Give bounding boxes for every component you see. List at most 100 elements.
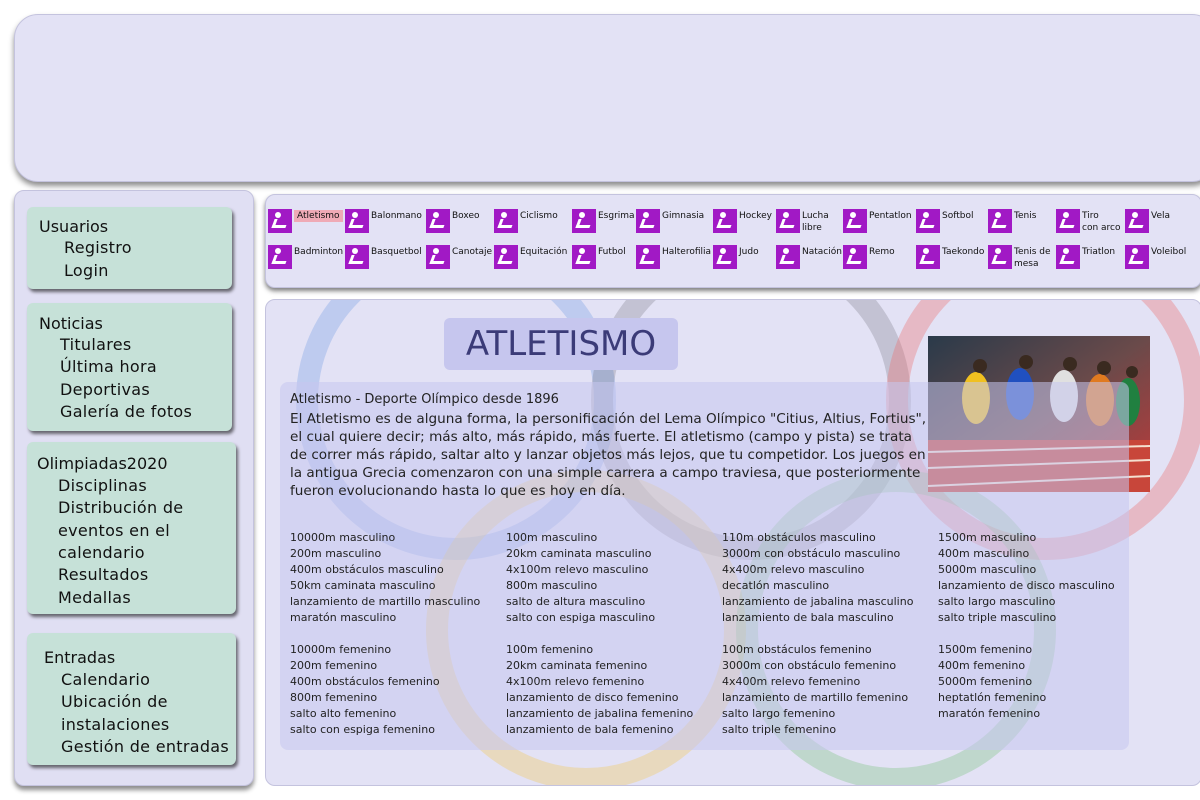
discipline-pictogram-icon	[988, 209, 1012, 233]
discipline-boxeo[interactable]: Boxeo	[426, 209, 480, 233]
menu-item-disciplinas[interactable]: Disciplinas	[58, 475, 147, 498]
event-item[interactable]: 4x400m relevo masculino	[722, 562, 913, 578]
discipline-taekondo[interactable]: Taekondo	[916, 245, 984, 269]
event-item[interactable]: 100m obstáculos femenino	[722, 642, 908, 658]
event-item[interactable]: 4x100m relevo femenino	[506, 674, 693, 690]
discipline-natación[interactable]: Natación	[776, 245, 842, 269]
discipline-balonmano[interactable]: Balonmano	[345, 209, 422, 233]
event-item[interactable]: 200m masculino	[290, 546, 480, 562]
event-item[interactable]: lanzamiento de bala masculino	[722, 610, 913, 626]
discipline-label: Balonmano	[371, 211, 422, 221]
menu-item-distribucion-2[interactable]: eventos en el	[58, 520, 170, 543]
event-item[interactable]: salto largo masculino	[938, 594, 1115, 610]
discipline-equitación[interactable]: Equitación	[494, 245, 567, 269]
event-item[interactable]: lanzamiento de bala femenino	[506, 722, 693, 738]
menu-item-registro[interactable]: Registro	[64, 237, 132, 260]
event-item[interactable]: lanzamiento de disco masculino	[938, 578, 1115, 594]
event-item[interactable]: salto alto femenino	[290, 706, 440, 722]
discipline-lucha-libre[interactable]: Lucha libre	[776, 209, 829, 234]
event-item[interactable]: lanzamiento de jabalina masculino	[722, 594, 913, 610]
event-item[interactable]: 50km caminata masculino	[290, 578, 480, 594]
menu-item-ubicacion-2[interactable]: instalaciones	[61, 714, 170, 737]
event-item[interactable]: salto largo femenino	[722, 706, 908, 722]
event-item[interactable]: 1500m femenino	[938, 642, 1046, 658]
event-item[interactable]: 20km caminata femenino	[506, 658, 693, 674]
event-item[interactable]: heptatlón femenino	[938, 690, 1046, 706]
discipline-pentatlon[interactable]: Pentatlon	[843, 209, 912, 233]
discipline-vela[interactable]: Vela	[1125, 209, 1170, 233]
discipline-esgrima[interactable]: Esgrima	[572, 209, 635, 233]
event-item[interactable]: lanzamiento de martillo masculino	[290, 594, 480, 610]
event-item[interactable]: lanzamiento de martillo femenino	[722, 690, 908, 706]
menu-item-medallas[interactable]: Medallas	[58, 587, 131, 610]
discipline-basquetbol[interactable]: Basquetbol	[345, 245, 422, 269]
usuarios-menu: Usuarios Registro Login	[27, 207, 232, 289]
discipline-label: Halterofilia	[662, 247, 712, 257]
event-item[interactable]: decatlón masculino	[722, 578, 913, 594]
discipline-softbol[interactable]: Softbol	[916, 209, 973, 233]
menu-item-distribucion-1[interactable]: Distribución de	[58, 497, 183, 520]
discipline-triatlon[interactable]: Triatlon	[1056, 245, 1115, 269]
event-item[interactable]: 4x100m relevo masculino	[506, 562, 655, 578]
event-item[interactable]: 800m masculino	[506, 578, 655, 594]
event-item[interactable]: 100m femenino	[506, 642, 693, 658]
menu-item-ubicacion-1[interactable]: Ubicación de	[61, 691, 168, 714]
discipline-atletismo[interactable]: Atletismo	[268, 209, 343, 233]
event-item[interactable]: 20km caminata masculino	[506, 546, 655, 562]
event-item[interactable]: salto triple masculino	[938, 610, 1115, 626]
event-item[interactable]: salto con espiga femenino	[290, 722, 440, 738]
discipline-canotaje[interactable]: Canotaje	[426, 245, 492, 269]
event-item[interactable]: salto de altura masculino	[506, 594, 655, 610]
discipline-label: Tiro con arco	[1082, 211, 1121, 233]
event-item[interactable]: 3000m con obstáculo femenino	[722, 658, 908, 674]
discipline-label: Triatlon	[1082, 247, 1116, 257]
event-item[interactable]: 200m femenino	[290, 658, 440, 674]
discipline-badminton[interactable]: Badminton	[268, 245, 343, 269]
event-item[interactable]: 1500m masculino	[938, 530, 1115, 546]
discipline-futbol[interactable]: Futbol	[572, 245, 626, 269]
discipline-hockey[interactable]: Hockey	[713, 209, 772, 233]
discipline-tiro-con-arco[interactable]: Tiro con arco	[1056, 209, 1121, 234]
discipline-gimnasia[interactable]: Gimnasia	[636, 209, 704, 233]
event-item[interactable]: 110m obstáculos masculino	[722, 530, 913, 546]
discipline-tenis-de-mesa[interactable]: Tenis de mesa	[988, 245, 1051, 270]
event-item[interactable]: 5000m masculino	[938, 562, 1115, 578]
menu-item-resultados[interactable]: Resultados	[58, 564, 149, 587]
event-item[interactable]: 5000m femenino	[938, 674, 1046, 690]
event-item[interactable]: maratón femenino	[938, 706, 1046, 722]
discipline-voleibol[interactable]: Voleibol	[1125, 245, 1186, 269]
event-item[interactable]: 100m masculino	[506, 530, 655, 546]
male-events-column: 110m obstáculos masculino 3000m con obstá…	[722, 530, 913, 626]
sidebar: Usuarios Registro Login Noticias Titular…	[14, 190, 254, 786]
menu-item-galeria[interactable]: Galería de fotos	[60, 401, 192, 424]
event-item[interactable]: 400m femenino	[938, 658, 1046, 674]
menu-item-titulares[interactable]: Titulares	[60, 334, 132, 357]
menu-item-ultima-hora[interactable]: Última hora	[60, 356, 157, 379]
menu-item-login[interactable]: Login	[64, 260, 109, 283]
event-item[interactable]: salto triple femenino	[722, 722, 908, 738]
event-item[interactable]: 4x400m relevo femenino	[722, 674, 908, 690]
discipline-ciclismo[interactable]: Ciclismo	[494, 209, 558, 233]
event-item[interactable]: 800m femenino	[290, 690, 440, 706]
discipline-pictogram-icon	[776, 245, 800, 269]
event-item[interactable]: 10000m femenino	[290, 642, 440, 658]
page-title: ATLETISMO	[465, 324, 657, 364]
menu-item-distribucion-3[interactable]: calendario	[58, 542, 145, 565]
menu-item-deportivas[interactable]: Deportivas	[60, 379, 150, 402]
event-item[interactable]: salto con espiga masculino	[506, 610, 655, 626]
discipline-remo[interactable]: Remo	[843, 245, 895, 269]
discipline-label: Tenis	[1014, 211, 1037, 221]
event-item[interactable]: maratón masculino	[290, 610, 480, 626]
menu-item-gestion-entradas[interactable]: Gestión de entradas	[61, 736, 229, 759]
event-item[interactable]: 10000m masculino	[290, 530, 480, 546]
event-item[interactable]: 400m obstáculos masculino	[290, 562, 480, 578]
discipline-halterofilia[interactable]: Halterofilia	[636, 245, 711, 269]
event-item[interactable]: lanzamiento de jabalina femenino	[506, 706, 693, 722]
event-item[interactable]: lanzamiento de disco femenino	[506, 690, 693, 706]
event-item[interactable]: 3000m con obstáculo masculino	[722, 546, 913, 562]
menu-item-calendario[interactable]: Calendario	[61, 669, 150, 692]
event-item[interactable]: 400m obstáculos femenino	[290, 674, 440, 690]
discipline-judo[interactable]: Judo	[713, 245, 759, 269]
event-item[interactable]: 400m masculino	[938, 546, 1115, 562]
discipline-tenis[interactable]: Tenis	[988, 209, 1036, 233]
